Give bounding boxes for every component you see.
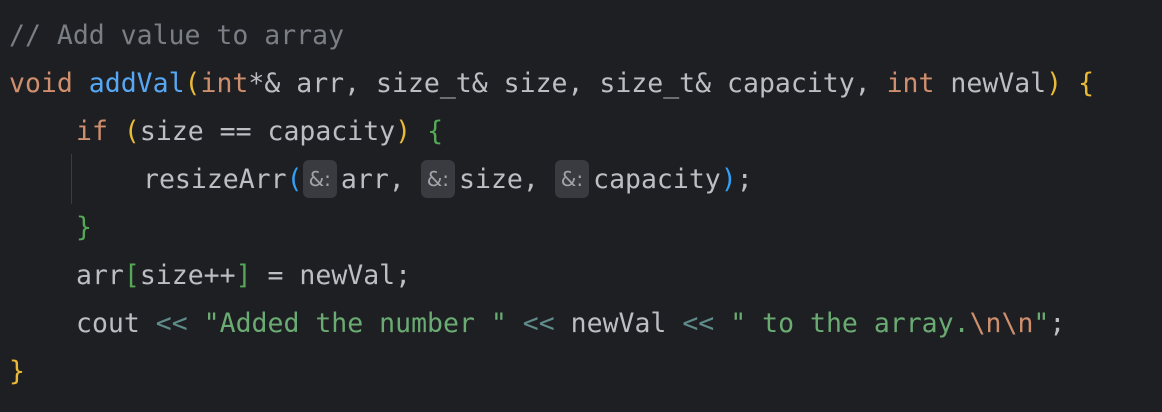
keyword-if: if <box>76 116 108 147</box>
code-line-resize-call[interactable]: resizeArr(&: arr, &: size, &: capacity); <box>0 156 1162 204</box>
paren-open: ( <box>123 116 140 147</box>
paren-open: ( <box>184 68 201 99</box>
code-line-fn-close[interactable]: } <box>0 348 1162 396</box>
arg-arr: arr, <box>340 164 421 195</box>
comment-text: // Add value to array <box>9 20 345 51</box>
param-size: & size, <box>471 68 600 99</box>
code-line-cout[interactable]: cout << "Added the number " << newVal <<… <box>0 300 1162 348</box>
code-line-if-close[interactable]: } <box>0 204 1162 252</box>
inlay-hint-reference: &: <box>302 160 337 198</box>
code-editor[interactable]: // Add value to array void addVal(int*& … <box>0 0 1162 412</box>
escape-sequence: \n <box>1001 308 1034 339</box>
type-size-t: size_t <box>599 68 696 99</box>
if-condition: size == capacity <box>139 116 396 147</box>
paren-close: ) <box>395 116 412 147</box>
string-literal: "Added the number " <box>203 308 507 339</box>
function-name: addVal <box>88 68 185 99</box>
stream-operator: << <box>155 308 188 339</box>
semicolon: ; <box>1049 308 1066 339</box>
semicolon: ; <box>736 164 753 195</box>
paren-close: ) <box>1046 68 1063 99</box>
string-literal: " to the array. <box>730 308 970 339</box>
paren-close: ) <box>720 164 737 195</box>
brace-open: { <box>427 116 444 147</box>
inlay-hint-reference: &: <box>420 160 456 198</box>
param-arr: *& arr, <box>248 68 377 99</box>
bracket-open: [ <box>123 260 140 291</box>
string-literal-end: " <box>1033 308 1050 339</box>
arg-capacity: capacity <box>593 164 721 195</box>
type-size-t: size_t <box>376 68 472 99</box>
brace-close: } <box>76 212 92 243</box>
code-line-assign[interactable]: arr[size++] = newVal; <box>0 252 1162 300</box>
param-capacity: & capacity, <box>695 68 887 99</box>
array-name: arr <box>76 260 124 291</box>
function-call-name: resizeArr <box>143 164 287 195</box>
escape-sequence: \n <box>969 308 1002 339</box>
array-index: size++ <box>139 260 236 291</box>
code-line-signature[interactable]: void addVal(int*& arr, size_t& size, siz… <box>0 60 1162 108</box>
keyword-int: int <box>200 68 249 99</box>
bracket-close: ] <box>235 260 252 291</box>
brace-open: { <box>1078 68 1095 99</box>
paren-open: ( <box>286 164 303 195</box>
newval-identifier: newVal <box>554 308 683 339</box>
code-line-comment[interactable]: // Add value to array <box>0 12 1162 60</box>
inlay-hint-reference: &: <box>554 160 590 198</box>
keyword-int: int <box>886 68 935 99</box>
stream-operator: << <box>682 308 715 339</box>
keyword-void: void <box>9 68 73 99</box>
cout-identifier: cout <box>76 308 156 339</box>
code-line-if[interactable]: if (size == capacity) { <box>0 108 1162 156</box>
assign-rest: = newVal; <box>251 260 412 291</box>
stream-operator: << <box>522 308 555 339</box>
brace-close: } <box>9 356 25 387</box>
param-newval: newVal <box>934 68 1047 99</box>
arg-size: size, <box>459 164 555 195</box>
